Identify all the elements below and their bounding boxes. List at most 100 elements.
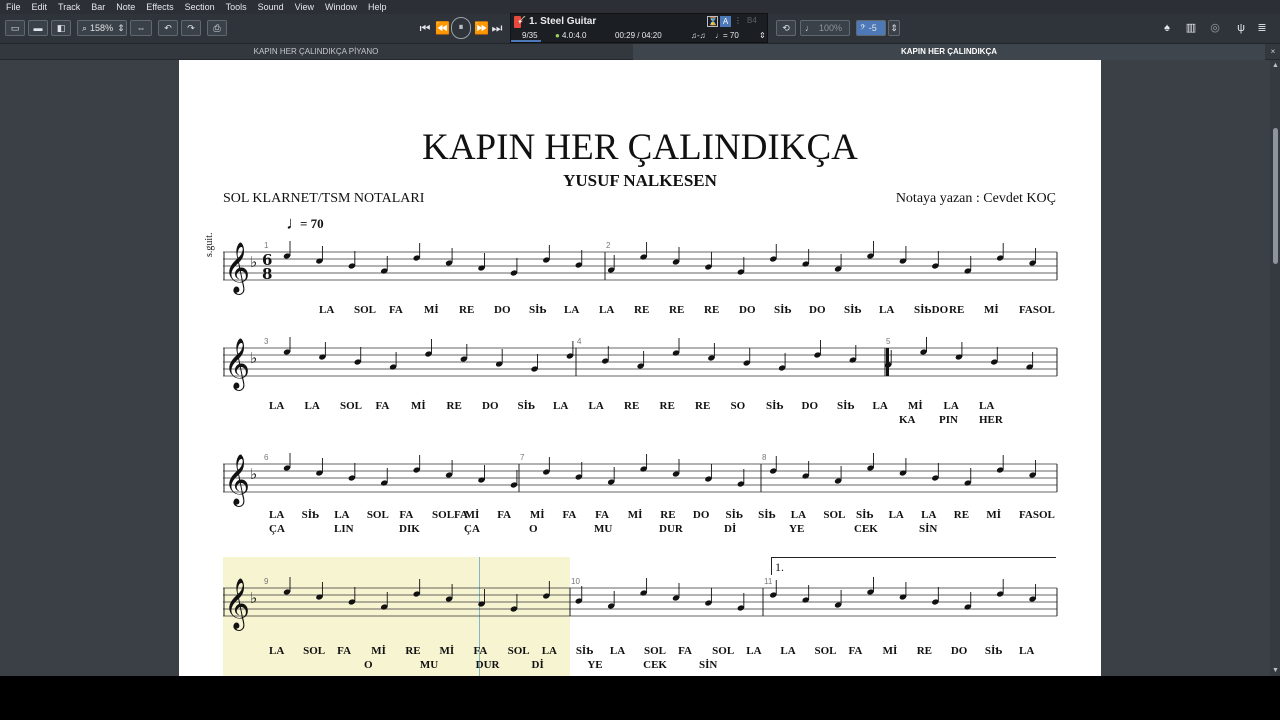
key-flat-icon: ♭ [250,589,257,607]
lyric-syllable: HER [979,414,1003,426]
transpose-icon: 𝄢 [860,22,866,33]
tuner-icon[interactable]: ψ [1233,19,1249,37]
lyric-syllable: LA [319,304,335,316]
lyric-syllable: SİƄ [774,304,792,316]
layout-screen-icon[interactable]: ▬ [28,20,48,36]
layout-page-icon[interactable]: ▭ [5,20,25,36]
mixer-icon[interactable]: ≣ [1255,19,1269,37]
menu-track[interactable]: Track [58,0,80,14]
treble-clef-icon: 𝄞 [224,242,250,295]
menu-bar[interactable]: Bar [91,0,105,14]
lyric-syllable: ÇA [464,523,480,535]
lyric-syllable: SİƄ [844,304,862,316]
close-tab-icon[interactable]: × [1266,44,1280,60]
piano-keyboard-icon[interactable]: ▥ [1183,19,1199,37]
lyric-syllable: SOL [823,509,846,521]
lyric-syllable: LA [979,400,995,412]
vertical-scrollbar[interactable]: ▲ ▼ [1270,60,1280,676]
lyric-syllable: LA [1019,645,1035,657]
lyric-syllable: Mİ [986,509,1002,521]
lyric-syllable: RE [405,645,421,657]
lyric-syllable: SOLFA [432,509,468,521]
lyric-syllable: LA [609,645,626,657]
undo-icon[interactable]: ↶ [158,20,178,36]
treble-clef-icon: 𝄞 [224,454,250,507]
menu-window[interactable]: Window [325,0,357,14]
lyric-syllable: SOL [366,509,389,521]
pause-button[interactable]: ⏸ [451,17,471,39]
lyric-syllable: LA [269,645,285,657]
lyric-syllable: DO [494,304,511,316]
bar-number: 3 [264,337,269,346]
lyric-syllable: PIN [939,414,958,426]
lyric-syllable: KA [899,414,916,426]
volume-control[interactable]: ♩ 100% [800,20,850,36]
menu-section[interactable]: Section [185,0,215,14]
app-window: File Edit Track Bar Note Effects Section Tools S… [0,0,1280,676]
menu-note[interactable]: Note [116,0,135,14]
lyric-syllable: LA [304,400,320,412]
key-flat-icon: ♭ [250,349,257,367]
menu-effects[interactable]: Effects [146,0,173,14]
menu-help[interactable]: Help [368,0,387,14]
layout-panel-icon[interactable]: ◧ [51,20,71,36]
lyric-syllable: RE [695,400,711,412]
lyric-syllable: DO [950,645,968,657]
scrollbar-thumb[interactable] [1273,128,1278,264]
lyric-syllable: Mİ [439,645,455,657]
rewind-icon[interactable]: ⏪ [435,19,450,37]
lyric-syllable: SİƄ [855,509,874,521]
fast-forward-icon[interactable]: ⏩ [474,19,489,37]
volta-label: 1. [775,560,784,574]
highlight-icon[interactable]: A [720,16,731,27]
lyric-syllable: RE [949,304,965,316]
tab-piano[interactable]: KAPIN HER ÇALINDIKÇA PİYANO [0,44,632,60]
transpose-spinner-icon[interactable]: ⇕ [888,20,900,36]
note-icon: ♩ [805,23,814,33]
lyric-syllable: RE [634,304,650,316]
bar-spacing-selector[interactable]: ⇔ [130,20,152,36]
go-to-end-icon[interactable]: ⏭ [490,19,504,37]
scroll-down-icon[interactable]: ▼ [1272,667,1279,674]
metronome-icon[interactable]: ♠ [1160,19,1174,37]
go-to-start-icon[interactable]: ⏮ [418,19,432,37]
tempo-spinner-icon[interactable]: ⇕ [759,31,766,40]
transpose-control[interactable]: 𝄢 -5 [856,20,886,36]
scroll-up-icon[interactable]: ▲ [1272,62,1279,69]
lyric-syllable: SOL [644,645,667,657]
loop-icon[interactable]: ⟲ [776,20,796,36]
lyric-syllable: SİƄ [984,645,1003,657]
lyric-syllable: DUR [659,523,683,535]
lyric-syllable: LA [588,400,604,412]
lyric-syllable: O [529,523,538,535]
letterbox-bar [0,676,1280,720]
redo-icon[interactable]: ↷ [181,20,201,36]
menu-edit[interactable]: Edit [32,0,48,14]
bar-number: 11 [764,577,773,586]
lyric-syllable: DO [482,400,499,412]
lyric-syllable: FA [497,509,512,521]
zoom-selector[interactable]: ⌕ 158% ⇕ [77,20,127,36]
lyric-syllable: SO [730,400,746,412]
drum-icon[interactable]: ◎ [1207,19,1223,37]
lyric-syllable: SİƄ [725,509,744,521]
tab-kapin-her[interactable]: KAPIN HER ÇALINDIKÇA [633,44,1265,60]
menu-tools[interactable]: Tools [226,0,247,14]
bar-position: 9/35 [522,31,538,40]
bar-number: 6 [264,453,269,462]
menu-file[interactable]: File [6,0,21,14]
lyric-syllable: LA [872,400,888,412]
menu-view[interactable]: View [295,0,314,14]
menu-sound[interactable]: Sound [258,0,284,14]
lyric-syllable: SOL [712,645,735,657]
lyric-syllable: LA [553,400,569,412]
lyric-syllable: ÇA [269,523,285,535]
document-tabs: KAPIN HER ÇALINDIKÇA PİYANO KAPIN HER ÇA… [0,44,1280,60]
hourglass-icon[interactable]: ⌛ [707,16,718,27]
key-flat-icon: ♭ [250,465,257,483]
menu-bar: File Edit Track Bar Note Effects Section Tools S… [0,0,1280,14]
print-icon[interactable]: ⎙ [207,20,227,36]
lyric-syllable: FA [678,645,692,657]
time-signature: 4.0:4.0 [562,31,587,40]
lyric-syllable: RE [659,400,675,412]
